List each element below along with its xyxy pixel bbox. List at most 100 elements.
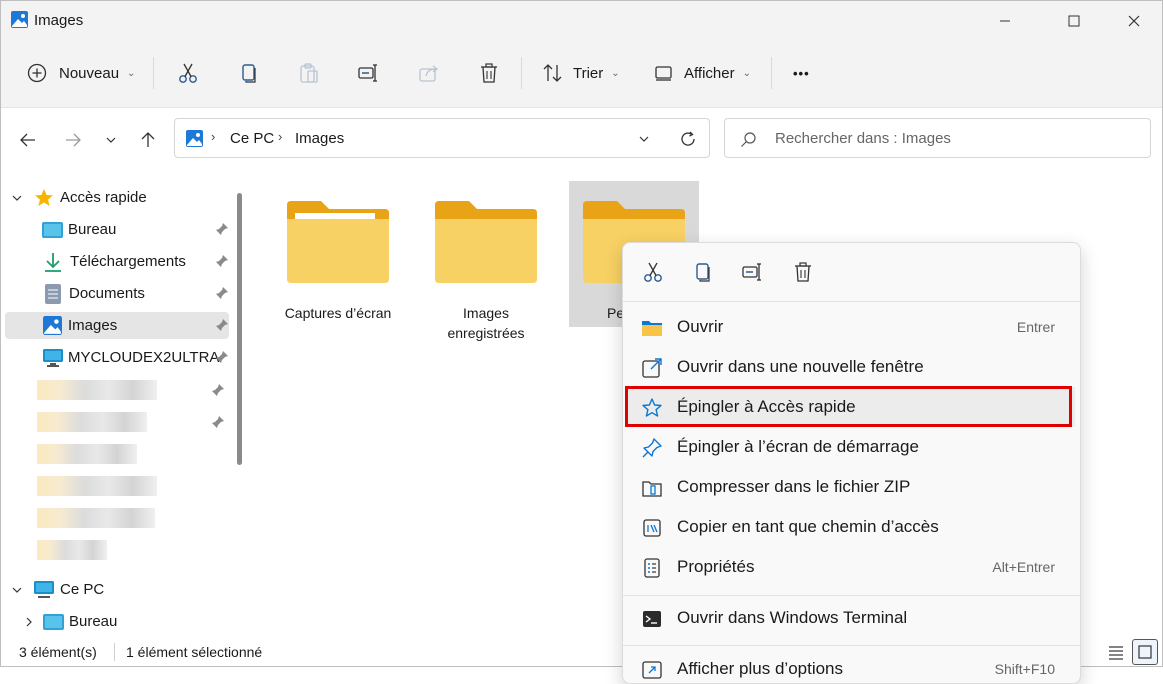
more-button[interactable]: ••• xyxy=(793,53,810,93)
pin-icon[interactable] xyxy=(211,383,225,397)
menu-item-open[interactable]: Ouvrir Entrer xyxy=(627,307,1075,347)
menu-item-properties[interactable]: Propriétés Alt+Entrer xyxy=(627,547,1075,587)
sidebar-item-telechargements[interactable]: Téléchargements xyxy=(5,248,229,275)
folder-item[interactable]: Captures d’écran xyxy=(273,181,403,329)
chevron-right-icon[interactable] xyxy=(25,617,33,627)
rename-icon xyxy=(742,263,761,281)
search-box[interactable]: Rechercher dans : Images xyxy=(724,118,1151,158)
menu-item-label: Épingler à l’écran de démarrage xyxy=(677,437,919,456)
sidebar-item-documents[interactable]: Documents xyxy=(5,280,229,307)
new-button[interactable]: Nouveau ⌄ xyxy=(27,53,135,93)
title-bar: Images xyxy=(1,1,1162,41)
paste-button[interactable] xyxy=(298,53,320,93)
recent-locations-button[interactable] xyxy=(97,126,125,154)
context-copy-button[interactable] xyxy=(689,258,717,286)
rename-icon xyxy=(358,64,377,82)
pin-icon[interactable] xyxy=(215,350,229,364)
view-icon xyxy=(655,66,672,81)
maximize-icon xyxy=(1068,15,1080,27)
sidebar-quick-access[interactable]: Accès rapide xyxy=(5,184,229,211)
forward-button[interactable] xyxy=(59,126,87,154)
breadcrumb-ce-pc[interactable]: Ce PC xyxy=(230,130,274,147)
context-quick-actions xyxy=(623,243,1080,302)
sidebar-item-label: Documents xyxy=(69,285,145,302)
back-button[interactable] xyxy=(14,126,42,154)
delete-button[interactable] xyxy=(478,53,500,93)
share-button[interactable] xyxy=(418,53,440,93)
sidebar-item-label: Images xyxy=(68,317,118,334)
plus-circle-icon xyxy=(27,63,47,83)
scissors-icon xyxy=(644,262,662,282)
details-view-icon[interactable] xyxy=(1107,644,1125,660)
menu-item-copy-path[interactable]: Copier en tant que chemin d’accès xyxy=(627,507,1075,547)
sidebar-this-pc[interactable]: Ce PC xyxy=(5,576,229,603)
desktop-icon xyxy=(42,221,63,238)
sort-button[interactable]: Trier ⌄ xyxy=(542,53,620,93)
pin-icon[interactable] xyxy=(215,318,229,332)
up-button[interactable] xyxy=(134,126,162,154)
zip-icon xyxy=(642,481,662,497)
redacted-item xyxy=(37,380,157,400)
menu-item-pin-start[interactable]: Épingler à l’écran de démarrage xyxy=(627,427,1075,467)
folder-icon xyxy=(287,201,389,283)
sidebar-item-mycloudex2ultra[interactable]: MYCLOUDEX2ULTRA xyxy=(5,344,229,371)
large-icons-view-button[interactable] xyxy=(1132,639,1158,665)
context-delete-button[interactable] xyxy=(789,258,817,286)
star-icon xyxy=(35,188,53,206)
pin-icon[interactable] xyxy=(215,254,229,268)
breadcrumb-separator-icon: › xyxy=(211,129,216,144)
arrow-up-icon xyxy=(141,132,155,147)
menu-item-open-new-window[interactable]: Ouvrir dans une nouvelle fenêtre xyxy=(627,347,1075,387)
chevron-down-icon[interactable] xyxy=(12,193,22,203)
address-bar[interactable]: › Ce PC › Images xyxy=(174,118,710,158)
status-selected-count: 1 élément sélectionné xyxy=(126,644,263,660)
sidebar-item-bureau[interactable]: Bureau xyxy=(5,216,229,243)
document-icon xyxy=(45,283,61,304)
status-item-count: 3 élément(s) xyxy=(19,644,97,660)
chevron-down-icon[interactable] xyxy=(12,585,22,595)
context-menu: Ouvrir Entrer Ouvrir dans une nouvelle f… xyxy=(622,242,1081,684)
folder-item[interactable]: Images enregistrées xyxy=(421,181,551,341)
chevron-down-icon[interactable] xyxy=(638,133,650,145)
close-button[interactable] xyxy=(1111,1,1157,41)
refresh-icon[interactable] xyxy=(679,130,697,148)
sidebar-item-label: Bureau xyxy=(68,221,117,238)
redacted-item xyxy=(37,476,157,496)
rename-button[interactable] xyxy=(358,53,380,93)
properties-icon xyxy=(644,558,660,578)
cut-button[interactable] xyxy=(177,53,199,93)
toolbar-divider xyxy=(771,57,772,89)
context-cut-button[interactable] xyxy=(639,258,667,286)
maximize-button[interactable] xyxy=(1051,1,1097,41)
sidebar-item-images[interactable]: Images xyxy=(5,312,229,339)
minimize-button[interactable] xyxy=(982,1,1028,41)
redacted-item xyxy=(37,508,155,528)
search-placeholder: Rechercher dans : Images xyxy=(775,130,951,147)
download-icon xyxy=(45,252,61,272)
more-options-icon xyxy=(642,661,662,679)
sidebar-item-label: Téléchargements xyxy=(70,253,186,270)
folder-label: Captures d’écran xyxy=(284,305,392,321)
pin-icon[interactable] xyxy=(215,286,229,300)
sidebar-item-this-pc-bureau[interactable]: Bureau xyxy=(5,608,229,635)
share-icon xyxy=(419,65,439,82)
view-button[interactable]: Afficher ⌄ xyxy=(654,53,751,93)
pin-icon[interactable] xyxy=(211,415,225,429)
sidebar-scrollbar[interactable] xyxy=(237,193,242,465)
breadcrumb-separator-icon: › xyxy=(278,129,283,144)
chevron-down-icon: ⌄ xyxy=(611,67,620,79)
images-app-icon xyxy=(11,11,28,28)
arrow-left-icon xyxy=(20,133,35,147)
copy-button[interactable] xyxy=(238,53,260,93)
pin-icon[interactable] xyxy=(215,222,229,236)
toolbar-divider xyxy=(153,57,154,89)
redacted-item xyxy=(37,412,147,432)
context-rename-button[interactable] xyxy=(739,258,767,286)
close-icon xyxy=(1128,15,1140,27)
menu-item-compress-zip[interactable]: Compresser dans le fichier ZIP xyxy=(627,467,1075,507)
pin-icon xyxy=(642,438,662,458)
menu-item-label: Ouvrir dans Windows Terminal xyxy=(677,608,908,627)
breadcrumb-images[interactable]: Images xyxy=(295,130,344,147)
menu-item-label: Ouvrir dans une nouvelle fenêtre xyxy=(677,357,924,376)
menu-item-windows-terminal[interactable]: Ouvrir dans Windows Terminal xyxy=(627,598,1075,638)
